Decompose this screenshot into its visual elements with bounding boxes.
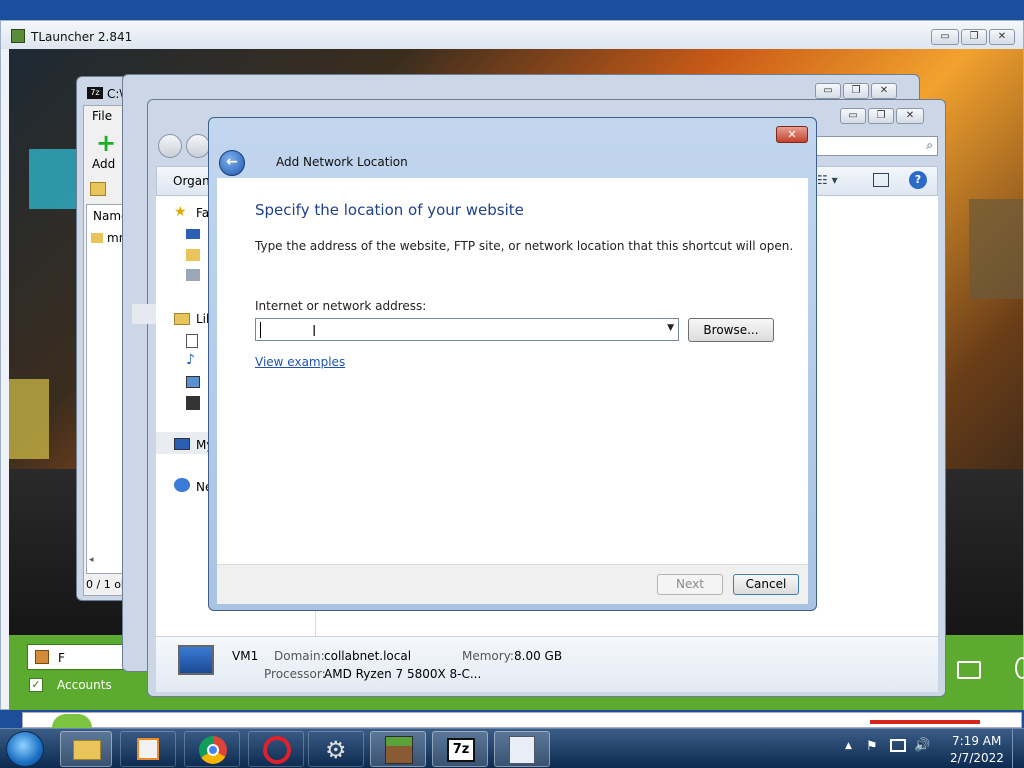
maximize-button[interactable]: ❐ (961, 29, 987, 45)
minimize-button[interactable]: ▭ (840, 108, 866, 124)
accounts-label[interactable]: Accounts (57, 678, 112, 692)
player-name: F (58, 651, 65, 665)
desktop-icon (186, 229, 200, 239)
dialog-description: Type the address of the website, FTP sit… (255, 239, 794, 253)
gear-icon: ⚙ (325, 736, 347, 764)
show-desktop-button[interactable] (1012, 729, 1024, 768)
dropdown-arrow-icon[interactable]: ▼ (667, 323, 674, 333)
details-pane: VM1 Domain: collabnet.local Memory: 8.00… (156, 636, 938, 692)
back-button[interactable] (158, 134, 182, 158)
downloads-icon (186, 249, 200, 261)
dialog-title: Add Network Location (276, 155, 408, 169)
address-combobox[interactable]: ▼ (255, 318, 679, 341)
taskbar-control-panel-button[interactable] (494, 731, 550, 767)
clock-date[interactable]: 2/7/2022 (950, 751, 1004, 765)
memory-value: 8.00 GB (514, 649, 563, 663)
maximize-button[interactable]: ❐ (868, 108, 894, 124)
help-icon[interactable]: ? (909, 171, 927, 189)
opera-icon (263, 736, 291, 764)
music-icon: ♪ (186, 352, 195, 368)
dialog-heading: Specify the location of your website (255, 201, 524, 219)
videos-icon (186, 396, 200, 410)
add-label[interactable]: Add (92, 157, 115, 171)
preview-pane-icon[interactable] (873, 173, 889, 187)
address-field-label: Internet or network address: (255, 299, 427, 313)
minecraft-grass-block-icon (385, 736, 413, 764)
settings-icon[interactable] (1015, 657, 1024, 679)
dialog-back-button[interactable]: ← (219, 150, 245, 176)
cancel-button[interactable]: Cancel (733, 574, 799, 595)
7zip-icon: 7z (87, 87, 103, 99)
memory-label: Memory: (462, 649, 514, 663)
maximize-button[interactable]: ❐ (843, 83, 869, 99)
close-button[interactable]: ✕ (871, 83, 897, 99)
computer-name: VM1 (232, 649, 259, 663)
player-avatar-icon (35, 650, 49, 664)
taskbar-settings-button[interactable]: ⚙ (308, 731, 364, 767)
tlauncher-title: TLauncher 2.841 (31, 30, 133, 44)
menu-file[interactable]: File (92, 109, 112, 123)
search-box[interactable]: ⌕ (816, 136, 938, 156)
computer-icon (174, 438, 190, 450)
domain-label: Domain: (274, 649, 325, 663)
computer-monitor-icon (178, 645, 214, 675)
folder-icon (91, 233, 103, 243)
show-hidden-icons-button[interactable]: ▲ (845, 741, 852, 751)
taskbar-explorer-button[interactable] (60, 731, 112, 767)
taskbar-7zip-button[interactable]: 7z (432, 731, 488, 767)
view-options-icon[interactable]: ☷ ▾ (817, 173, 838, 187)
taskbar-minecraft-button[interactable] (370, 731, 426, 767)
action-center-flag-icon[interactable]: ⚑ (866, 739, 878, 754)
search-icon: ⌕ (926, 138, 933, 152)
recent-places-icon (186, 269, 200, 281)
libraries-icon (174, 313, 190, 325)
processor-value: AMD Ryzen 7 5800X 8-C... (324, 667, 482, 681)
7zip-icon: 7z (447, 738, 475, 762)
next-button[interactable]: Next (657, 574, 723, 595)
chrome-icon (199, 736, 227, 764)
favorites-star-icon: ★ (174, 204, 187, 220)
pictures-icon (186, 376, 200, 388)
domain-value: collabnet.local (324, 649, 412, 663)
dialog-content: Specify the location of your website Typ… (217, 178, 808, 564)
clock-time[interactable]: 7:19 AM (952, 734, 1001, 748)
minecraft-icon (11, 29, 25, 43)
close-button[interactable]: ✕ (896, 108, 924, 124)
control-panel-icon (509, 736, 535, 764)
hidden-window-strip (0, 710, 1024, 728)
taskbar-opera-button[interactable] (248, 731, 304, 767)
volume-icon[interactable]: 🔊 (914, 738, 930, 753)
view-examples-link[interactable]: View examples (255, 355, 345, 369)
minimize-button[interactable]: ▭ (931, 29, 959, 45)
folder-icon[interactable] (957, 661, 981, 679)
up-folder-icon[interactable] (90, 182, 106, 196)
accounts-checkbox[interactable]: ✓ (29, 678, 43, 692)
zip-window-title: C:\ (107, 87, 124, 101)
account-selector[interactable]: F (27, 644, 137, 670)
documents-icon (186, 334, 198, 348)
dialog-close-button[interactable]: ✕ (776, 126, 808, 143)
taskbar: ⚙ 7z ▲ ⚑ 🔊 7:19 AM 2/7/2022 (0, 728, 1024, 768)
forward-button[interactable] (186, 134, 210, 158)
minimize-button[interactable]: ▭ (815, 83, 841, 99)
add-icon[interactable]: + (96, 131, 116, 155)
close-button[interactable]: ✕ (989, 29, 1015, 45)
media-player-icon (137, 738, 159, 760)
network-icon (174, 478, 190, 492)
add-network-location-dialog: ✕ ← Add Network Location Specify the loc… (208, 117, 817, 611)
taskbar-chrome-button[interactable] (184, 731, 240, 767)
text-cursor-icon: I (312, 322, 317, 340)
taskbar-media-player-button[interactable] (120, 731, 176, 767)
tlauncher-titlebar: TLauncher 2.841 ▭ ❐ ✕ (1, 21, 1023, 49)
scroll-left-arrow[interactable]: ◂ (89, 555, 94, 565)
start-button[interactable] (6, 731, 44, 767)
browse-button[interactable]: Browse... (688, 318, 774, 342)
dialog-footer: Next Cancel (217, 564, 808, 604)
folder-icon (73, 740, 101, 760)
processor-label: Processor: (264, 667, 326, 681)
address-input[interactable] (260, 322, 650, 338)
network-status-icon[interactable] (890, 739, 906, 752)
